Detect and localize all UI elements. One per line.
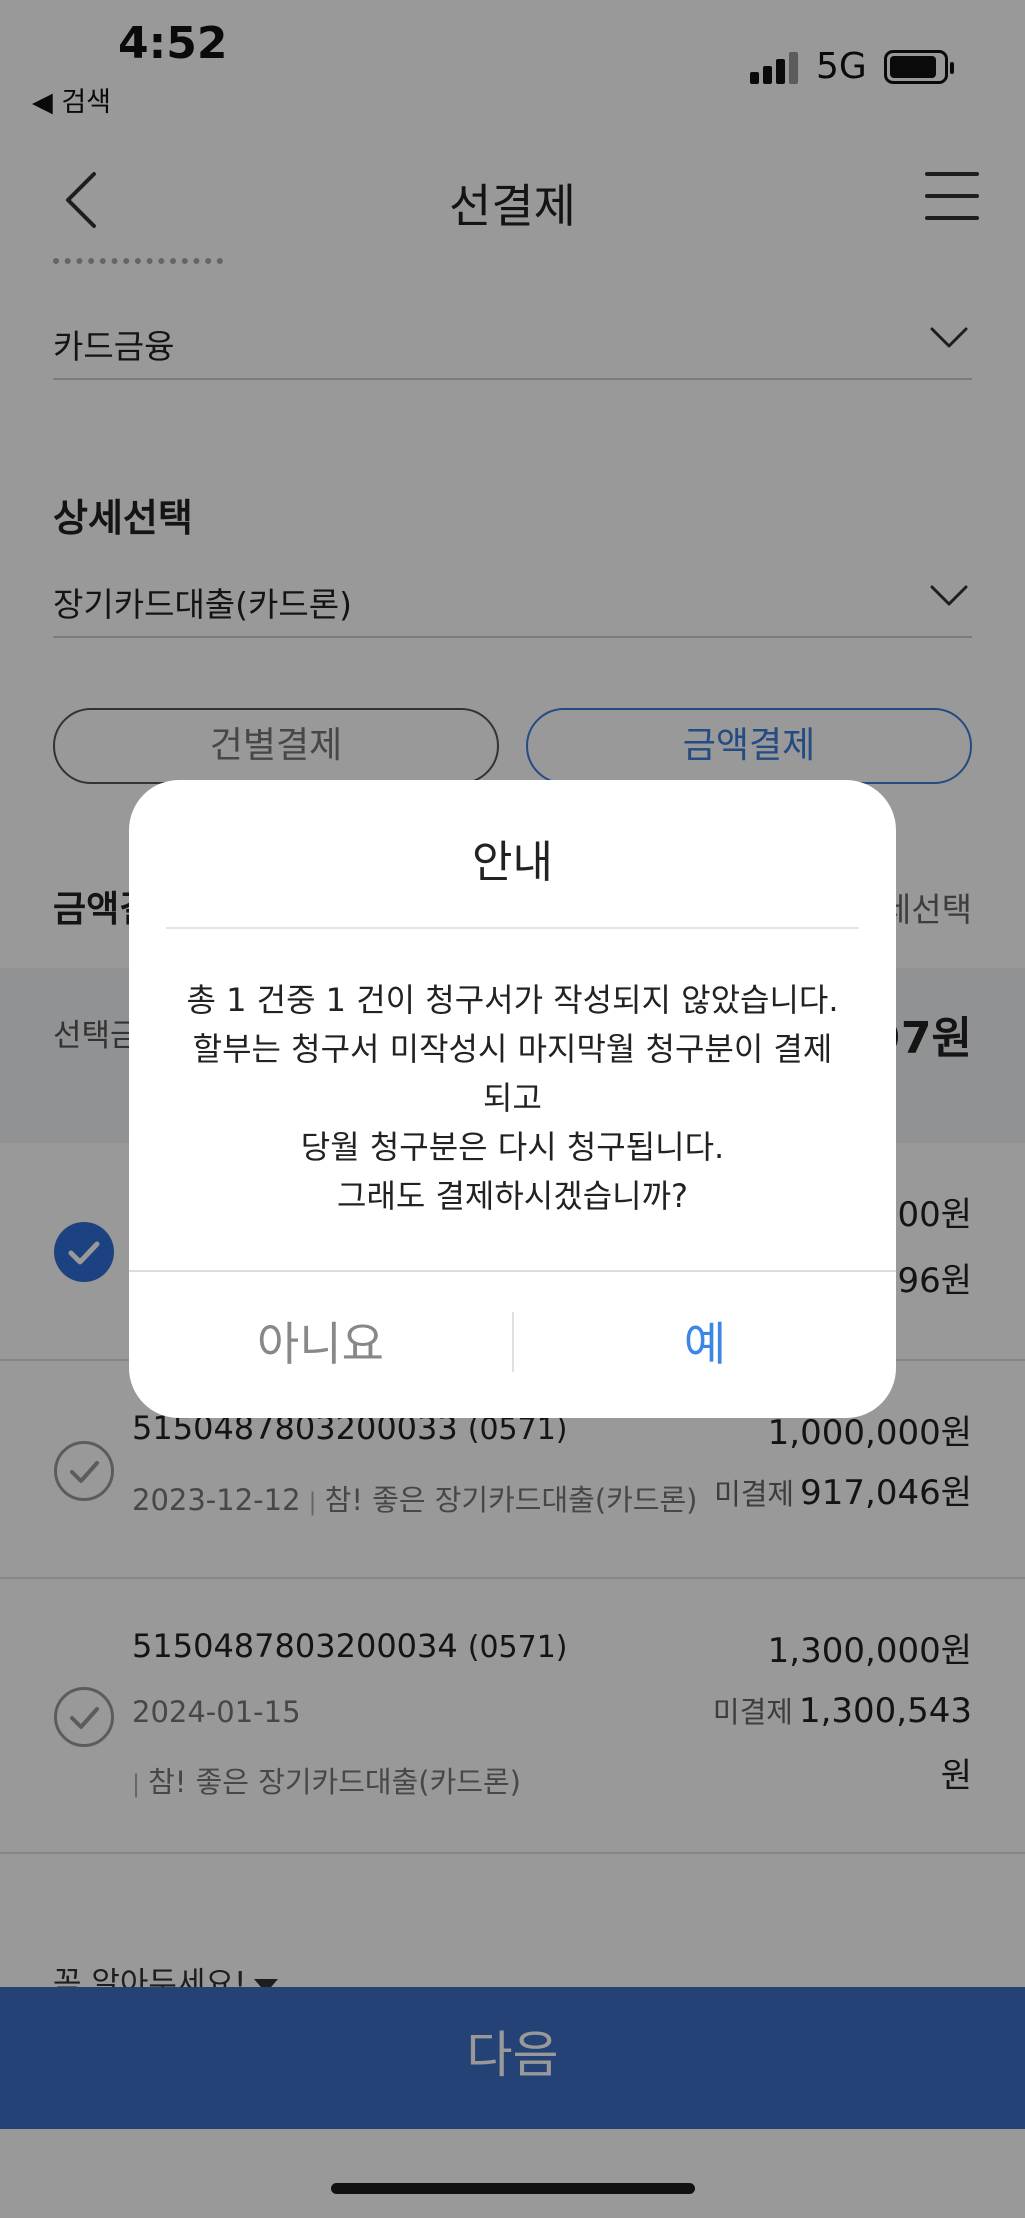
dialog-title: 안내: [472, 837, 553, 888]
dialog-message-line: 그래도 결제하시겠습니까?: [337, 1177, 688, 1215]
dialog-message-line: 총 1 건중 1 건이 청구서가 작성되지 않았습니다.: [186, 981, 839, 1019]
confirm-dialog: 안내 총 1 건중 1 건이 청구서가 작성되지 않았습니다. 할부는 청구서 …: [129, 780, 896, 1418]
dialog-message-line: 할부는 청구서 미작성시 마지막월 청구분이 결제: [192, 1030, 833, 1068]
home-indicator[interactable]: [331, 2183, 695, 2194]
dialog-no-button[interactable]: 아니요: [129, 1272, 512, 1418]
dialog-yes-button[interactable]: 예: [514, 1272, 896, 1418]
dialog-message: 총 1 건중 1 건이 청구서가 작성되지 않았습니다. 할부는 청구서 미작성…: [159, 976, 866, 1221]
dialog-message-line: 되고: [483, 1079, 542, 1117]
dialog-message-line: 당월 청구분은 다시 청구됩니다.: [300, 1128, 725, 1166]
dialog-divider: [166, 927, 859, 929]
